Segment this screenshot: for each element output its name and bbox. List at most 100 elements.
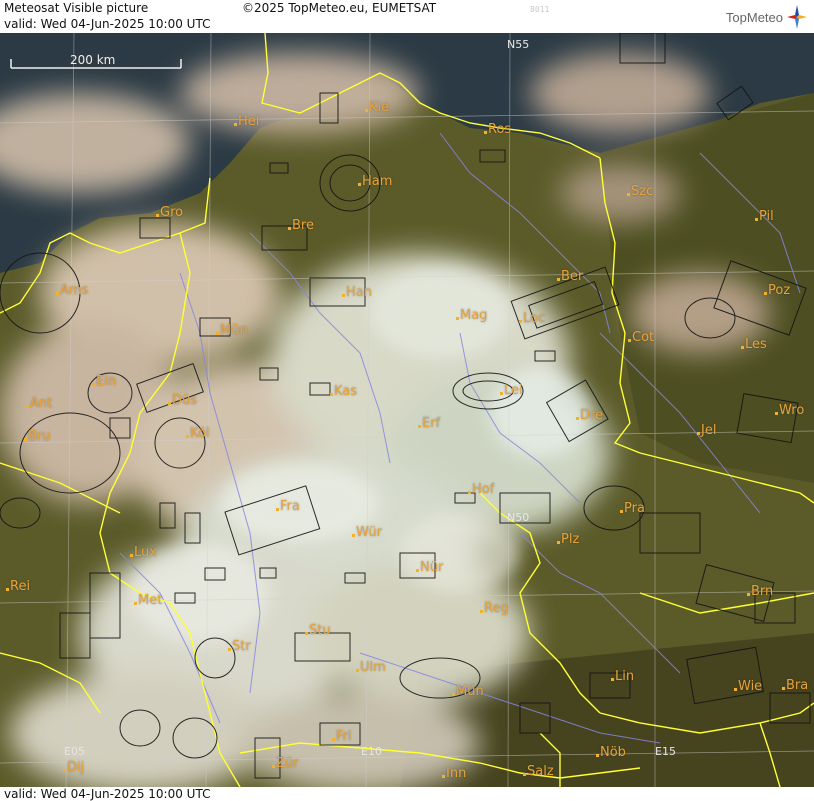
city-label: Lin: [615, 669, 635, 684]
city-label: Rei: [10, 579, 31, 594]
city-marker: [734, 688, 737, 691]
city-label: Ulm: [360, 660, 386, 675]
city-marker: [764, 292, 767, 295]
city-marker: [620, 510, 623, 513]
valid-time-top: valid: Wed 04-Jun-2025 10:00 UTC: [4, 17, 211, 31]
city-marker: [358, 183, 361, 186]
city-marker: [63, 769, 66, 772]
city-marker: [557, 278, 560, 281]
city-label: Bre: [292, 218, 314, 233]
city-marker: [468, 491, 471, 494]
city-marker: [228, 648, 231, 651]
grid-label-e15: E15: [655, 745, 676, 758]
city-marker: [56, 292, 59, 295]
valid-time-bottom: valid: Wed 04-Jun-2025 10:00 UTC: [4, 787, 211, 801]
city-marker: [576, 417, 579, 420]
city-marker: [775, 412, 778, 415]
city-label: Ant: [30, 396, 53, 411]
compass-star-icon: [787, 5, 807, 29]
satellite-map[interactable]: 200 km N55 N50 E05 E10 E15 Kie Hel Ros Ham S…: [0, 33, 814, 787]
city-label: Mün: [456, 684, 484, 699]
city-label: Pil: [759, 209, 774, 224]
city-label: Lux: [134, 545, 157, 560]
city-marker: [305, 632, 308, 635]
city-marker: [418, 425, 421, 428]
grid-label-e10: E10: [361, 745, 382, 758]
city-label: Dij: [67, 760, 85, 775]
footer-bar: valid: Wed 04-Jun-2025 10:00 UTC: [0, 787, 814, 801]
scale-bar-label: 200 km: [68, 53, 118, 67]
copyright-text: ©2025 TopMeteo.eu, EUMETSAT: [242, 1, 437, 15]
city-marker: [216, 332, 219, 335]
city-label: Hof: [472, 482, 495, 497]
city-label: Reg: [484, 601, 509, 616]
city-label: Bru: [28, 429, 51, 444]
city-label: Ams: [60, 283, 89, 298]
topmeteo-logo[interactable]: TopMeteo: [726, 3, 808, 31]
city-marker: [168, 402, 171, 405]
city-marker: [741, 346, 744, 349]
city-marker: [416, 569, 419, 572]
city-marker: [480, 610, 483, 613]
city-marker: [332, 738, 335, 741]
city-label: Nür: [420, 560, 444, 575]
city-label: Fri: [336, 729, 352, 744]
city-label: Ein: [96, 374, 117, 389]
grid-label-n50: N50: [507, 511, 530, 524]
meteosat-viewer: Meteosat Visible picture ©2025 TopMeteo.…: [0, 0, 814, 801]
city-label: Cot: [632, 330, 655, 345]
image-code: 8011: [530, 5, 550, 14]
city-label: Ham: [362, 174, 393, 189]
header-bar: Meteosat Visible picture ©2025 TopMeteo.…: [0, 0, 814, 33]
city-label: Fra: [280, 499, 300, 514]
city-label: Plz: [561, 532, 580, 547]
city-marker: [342, 294, 345, 297]
city-marker: [186, 435, 189, 438]
city-marker: [519, 320, 522, 323]
city-label: Loc: [523, 311, 546, 326]
city-marker: [557, 541, 560, 544]
city-label: Gro: [160, 205, 184, 220]
city-label: Pra: [624, 501, 645, 516]
city-marker: [697, 432, 700, 435]
city-marker: [747, 593, 750, 596]
city-marker: [627, 193, 630, 196]
city-label: Kie: [369, 100, 390, 115]
city-label: Stu: [309, 623, 331, 638]
city-label: Wro: [779, 403, 805, 418]
city-label: Szc: [631, 184, 654, 199]
city-label: Nöb: [600, 745, 626, 760]
logo-text: TopMeteo: [725, 9, 783, 25]
city-label: Zür: [276, 756, 299, 771]
city-label: Ber: [561, 269, 584, 284]
city-label: Mün: [220, 323, 248, 338]
city-label: Han: [346, 285, 372, 300]
city-marker: [442, 775, 445, 778]
city-label: Jel: [701, 423, 717, 438]
city-marker: [500, 392, 503, 395]
product-title: Meteosat Visible picture: [4, 1, 149, 15]
city-marker: [134, 602, 137, 605]
city-marker: [456, 317, 459, 320]
city-marker: [272, 765, 275, 768]
city-label: Kas: [334, 384, 358, 399]
city-marker: [452, 693, 455, 696]
city-marker: [356, 669, 359, 672]
city-label: Poz: [768, 283, 791, 298]
city-label: Inn: [446, 766, 467, 781]
city-marker: [484, 131, 487, 134]
city-label: Str: [232, 639, 251, 654]
city-label: Brn: [751, 584, 774, 599]
city-label: Bra: [786, 678, 809, 693]
city-marker: [352, 534, 355, 537]
city-label: Salz: [527, 764, 554, 779]
city-label: Köl: [190, 426, 210, 441]
city-marker: [6, 588, 9, 591]
city-marker: [26, 405, 29, 408]
city-marker: [92, 383, 95, 386]
grid-label-n55: N55: [507, 38, 530, 51]
city-marker: [782, 687, 785, 690]
city-marker: [130, 554, 133, 557]
satellite-imagery: [0, 33, 814, 787]
city-label: Met: [138, 593, 163, 608]
